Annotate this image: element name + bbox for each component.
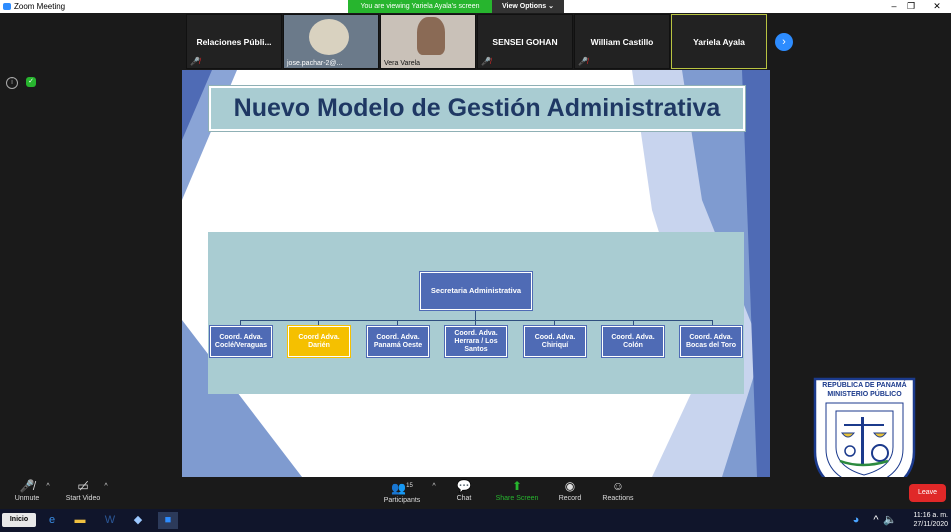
logo-line-1: REPÚBLICA DE PANAMÁ bbox=[822, 382, 907, 389]
shared-screen-slide: Nuevo Modelo de Gestión Administrativa S… bbox=[182, 70, 770, 477]
org-node-highlighted: Coord Adva. Darién bbox=[288, 326, 350, 357]
share-screen-label: Share Screen bbox=[495, 495, 539, 502]
clock-date: 27/11/2020 bbox=[913, 521, 948, 528]
logo-line-2: MINISTERIO PÚBLICO bbox=[827, 391, 902, 398]
screen-share-banner: You are viewing Yariela Ayala's screen V… bbox=[348, 0, 564, 13]
participant-name: jose.pachar-2@... bbox=[287, 60, 343, 67]
participant-tile[interactable]: SENSEI GOHAN 🎤̸ bbox=[477, 14, 573, 69]
slide-title-box: Nuevo Modelo de Gestión Administrativa bbox=[209, 86, 745, 131]
mic-muted-icon: 🎤̸ bbox=[190, 57, 200, 66]
org-node: Coord. Adva. Coclé/Veraguas bbox=[210, 326, 272, 357]
unmute-label: Unmute bbox=[14, 495, 40, 502]
store-icon[interactable]: ◆ bbox=[128, 512, 148, 529]
mic-muted-icon: 🎤̸ bbox=[481, 57, 491, 66]
restore-button[interactable]: ❐ bbox=[900, 0, 922, 13]
participant-tile[interactable]: jose.pachar-2@... bbox=[283, 14, 379, 69]
viewing-label: You are viewing Yariela Ayala's screen bbox=[348, 0, 492, 13]
zoom-taskbar-icon[interactable]: ■ bbox=[158, 512, 178, 529]
reactions-button[interactable]: ☺ Reactions bbox=[598, 477, 638, 509]
start-button[interactable]: Inicio bbox=[2, 513, 36, 527]
video-feed-image bbox=[309, 19, 349, 55]
network-icon[interactable]: ◕ bbox=[846, 512, 866, 529]
clock-time: 11:16 a. m. bbox=[913, 512, 948, 519]
org-node: Coord. Adva. Colón bbox=[602, 326, 664, 357]
edge-browser-icon[interactable]: e bbox=[42, 512, 62, 529]
slide-title: Nuevo Modelo de Gestión Administrativa bbox=[233, 94, 721, 122]
participant-tile-active[interactable]: Yariela Ayala bbox=[671, 14, 767, 69]
video-off-icon: ▭̸ bbox=[77, 479, 89, 493]
close-window-button[interactable]: ✕ bbox=[926, 0, 948, 13]
participant-name: William Castillo bbox=[590, 37, 654, 47]
chat-button[interactable]: 💬 Chat bbox=[448, 477, 480, 509]
record-label: Record bbox=[558, 495, 582, 502]
system-clock[interactable]: 11:16 a. m. 27/11/2020 bbox=[908, 511, 948, 529]
word-icon[interactable]: W bbox=[100, 512, 120, 529]
record-icon: ◉ bbox=[564, 479, 576, 493]
share-screen-icon: ⬆ bbox=[511, 479, 523, 493]
participant-name: Relaciones Públi... bbox=[196, 37, 272, 47]
participants-count: 15 bbox=[406, 483, 413, 489]
record-button[interactable]: ◉ Record bbox=[554, 477, 586, 509]
participant-tile[interactable]: Relaciones Públi... 🎤̸ bbox=[186, 14, 282, 69]
leave-button[interactable]: Leave bbox=[909, 484, 946, 502]
chat-label: Chat bbox=[456, 495, 472, 502]
participant-tile[interactable]: William Castillo 🎤̸ bbox=[574, 14, 670, 69]
chat-icon: 💬 bbox=[456, 479, 472, 493]
window-title: Zoom Meeting bbox=[14, 2, 66, 11]
participant-name: SENSEI GOHAN bbox=[492, 37, 558, 47]
connector-line bbox=[240, 320, 712, 321]
start-video-label: Start Video bbox=[65, 495, 101, 502]
next-page-button[interactable]: › bbox=[775, 33, 793, 51]
start-video-button[interactable]: ▭̸ Start Video bbox=[62, 477, 104, 509]
os-taskbar: Inicio e ▬ W ◆ ■ ◕ ^ 🔈 11:16 a. m. 27/11… bbox=[0, 509, 951, 532]
speaker-icon[interactable]: 🔈 bbox=[880, 512, 900, 529]
meeting-toolbar: 🎤̸ Unmute ^ ▭̸ Start Video ^ 👥15 Partici… bbox=[0, 477, 951, 509]
org-node: Cood. Adva. Chiriquí bbox=[524, 326, 586, 357]
org-node-root: Secretaria Administrativa bbox=[420, 272, 532, 310]
encryption-shield-icon[interactable]: ✓ bbox=[26, 77, 36, 87]
view-options-button[interactable]: View Options ⌄ bbox=[492, 0, 564, 13]
participant-name: Vera Varela bbox=[384, 60, 421, 67]
participants-button[interactable]: 👥15 Participants bbox=[380, 477, 424, 509]
video-feed-image bbox=[417, 17, 445, 55]
org-chart: Secretaria Administrativa Coord. Adva. C… bbox=[208, 232, 744, 394]
zoom-logo-icon bbox=[3, 3, 11, 10]
file-explorer-icon[interactable]: ▬ bbox=[70, 512, 90, 529]
participant-tile[interactable]: Vera Varela bbox=[380, 14, 476, 69]
reactions-label: Reactions bbox=[602, 495, 634, 502]
share-screen-button[interactable]: ⬆ Share Screen bbox=[494, 477, 540, 509]
mic-muted-icon: 🎤̸ bbox=[19, 479, 35, 493]
org-node: Coord. Adva. Bocas del Toro bbox=[680, 326, 742, 357]
connector-line bbox=[475, 310, 476, 320]
participants-icon: 👥15 bbox=[391, 481, 413, 495]
reactions-icon: ☺ bbox=[611, 479, 625, 493]
participant-name: Yariela Ayala bbox=[693, 37, 745, 47]
unmute-button[interactable]: 🎤̸ Unmute bbox=[10, 477, 44, 509]
info-icon[interactable]: i bbox=[6, 77, 18, 89]
mic-muted-icon: 🎤̸ bbox=[578, 57, 588, 66]
participants-label: Participants bbox=[383, 497, 421, 504]
org-node: Coord. Adva. Herrara / Los Santos bbox=[445, 326, 507, 357]
org-node: Coord. Adva. Panamá Oeste bbox=[367, 326, 429, 357]
logo-text: REPÚBLICA DE PANAMÁ MINISTERIO PÚBLICO bbox=[812, 381, 917, 399]
